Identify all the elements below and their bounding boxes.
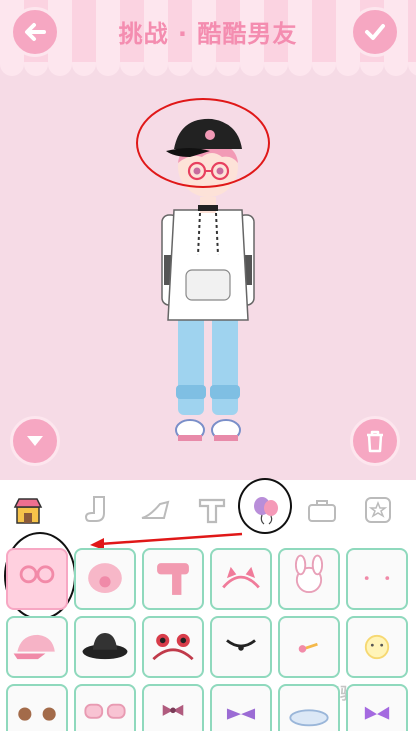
bear-ears-icon xyxy=(18,707,56,721)
bow-necklace-icon xyxy=(162,704,184,716)
tab-shop[interactable] xyxy=(10,492,46,528)
item-cell-frog-headband[interactable] xyxy=(142,616,204,678)
item-cell-choker[interactable] xyxy=(210,616,272,678)
small-hearts-icon xyxy=(364,576,390,580)
bag-icon xyxy=(308,500,336,522)
pink-sunglasses-icon xyxy=(84,703,126,719)
item-cell-black-hat[interactable] xyxy=(74,616,136,678)
delete-button[interactable] xyxy=(350,416,400,466)
shop-icon xyxy=(13,498,43,524)
cloud-accessory-icon xyxy=(289,709,329,727)
choker-icon xyxy=(226,639,256,651)
bunny-headpiece-icon xyxy=(294,554,324,594)
frog-headband-icon xyxy=(152,633,194,661)
trash-icon xyxy=(367,430,383,453)
item-cell-bow-necklace[interactable] xyxy=(142,684,204,731)
item-cell-purple-ribbon[interactable] xyxy=(346,684,408,731)
item-cell-small-hearts[interactable] xyxy=(346,548,408,610)
confirm-button[interactable] xyxy=(350,7,400,57)
tab-stickers[interactable] xyxy=(360,492,396,528)
triangle-down-icon xyxy=(27,436,43,446)
tab-socks[interactable] xyxy=(80,492,116,528)
item-cell-sun-sticker[interactable] xyxy=(346,616,408,678)
item-cell-hairpin[interactable] xyxy=(278,616,340,678)
item-cell-purple-bow[interactable] xyxy=(210,684,272,731)
sun-sticker-icon xyxy=(364,634,390,660)
top-bar: 挑战 · 酷酷男友 xyxy=(0,0,416,64)
header-scallop-edge xyxy=(0,62,416,76)
star-sticker-icon xyxy=(365,497,391,523)
item-cell-pig-hat[interactable] xyxy=(74,548,136,610)
item-cell-pink-cap[interactable] xyxy=(6,616,68,678)
shirt-icon xyxy=(198,498,226,524)
purple-bow-icon xyxy=(226,708,256,720)
pink-cap-icon xyxy=(13,634,55,660)
tab-heels[interactable] xyxy=(138,492,174,528)
tab-tops[interactable] xyxy=(194,492,230,528)
tab-bags[interactable] xyxy=(304,492,340,528)
cat-ears-band-icon xyxy=(222,566,260,589)
sock-icon xyxy=(84,496,105,522)
pig-hat-icon xyxy=(88,563,122,594)
annotation-circle-tab xyxy=(238,478,292,534)
item-cell-cloud-accessory[interactable] xyxy=(278,684,340,731)
item-cell-pink-glasses[interactable] xyxy=(6,548,68,610)
scarf-icon xyxy=(157,563,189,595)
item-cell-scarf[interactable] xyxy=(142,548,204,610)
purple-ribbon-icon xyxy=(364,706,390,720)
collapse-button[interactable] xyxy=(10,416,60,466)
highlight-ellipse xyxy=(136,98,270,188)
item-cell-bunny-headpiece[interactable] xyxy=(278,548,340,610)
black-hat-icon xyxy=(82,632,128,660)
pink-glasses-icon xyxy=(19,565,55,584)
heel-icon xyxy=(141,500,170,519)
hairpin-icon xyxy=(298,642,318,653)
checkmark-icon xyxy=(365,24,385,40)
item-cell-bear-ears[interactable] xyxy=(6,684,68,731)
item-cell-pink-sunglasses[interactable] xyxy=(74,684,136,731)
item-cell-cat-ears-band[interactable] xyxy=(210,548,272,610)
